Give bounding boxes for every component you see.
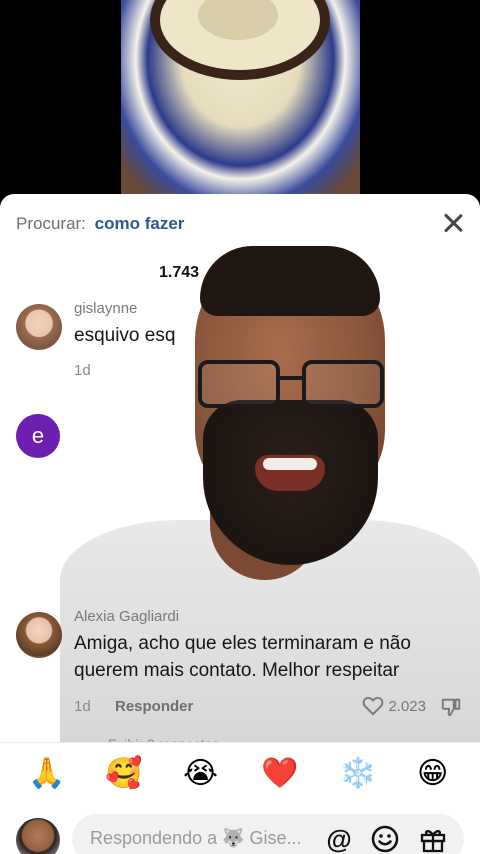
- heart-icon: [363, 696, 384, 716]
- teeth: [263, 458, 317, 470]
- avatar[interactable]: [16, 304, 62, 350]
- glasses-bridge: [278, 376, 304, 380]
- emoji-button[interactable]: 🙏: [28, 757, 65, 791]
- like-count: 2.023: [388, 698, 426, 715]
- emoji-button[interactable]: 😁: [417, 757, 448, 791]
- my-avatar: [16, 818, 60, 854]
- dislike-button[interactable]: [440, 696, 462, 723]
- emoji-button[interactable]: 😭: [183, 757, 218, 791]
- emoji-button[interactable]: 🥰: [105, 757, 142, 791]
- smiley-icon[interactable]: [370, 824, 400, 854]
- gift-icon[interactable]: [418, 824, 448, 854]
- comment-username[interactable]: Alexia Gagliardi: [74, 608, 179, 625]
- at-icon[interactable]: @: [324, 824, 354, 854]
- glasses-lens: [302, 360, 384, 408]
- emoji-button[interactable]: ❄️: [339, 757, 376, 791]
- avatar[interactable]: [16, 612, 62, 658]
- comment-text: Amiga, acho que eles terminaram e não qu…: [74, 633, 411, 681]
- search-term[interactable]: como fazer: [95, 214, 185, 233]
- glasses: [198, 360, 384, 410]
- comment-input-placeholder: Respondendo a 🐺 Gise...: [90, 828, 302, 848]
- reply-button[interactable]: Responder: [115, 698, 193, 715]
- video-background[interactable]: [0, 0, 480, 200]
- comment-input[interactable]: Respondendo a 🐺 Gise... @: [72, 814, 464, 854]
- glasses-lens: [198, 360, 280, 408]
- comment-input-row: Respondendo a 🐺 Gise... @: [0, 810, 480, 854]
- avatar[interactable]: e: [16, 414, 60, 458]
- hair: [200, 246, 380, 316]
- search-label: Procurar:: [16, 214, 86, 233]
- search-suggestion[interactable]: Procurar: como fazer: [16, 214, 184, 234]
- comments-panel: Procurar: como fazer 1.743 gislaynne esq…: [0, 194, 480, 854]
- close-icon[interactable]: [442, 212, 464, 234]
- emoji-button[interactable]: ❤️: [261, 757, 298, 791]
- quick-emoji-bar: 🙏 🥰 😭 ❤️ ❄️ 😁: [0, 742, 480, 814]
- thumbs-down-icon: [441, 698, 461, 717]
- comment-time: 1d: [74, 698, 91, 715]
- like-button[interactable]: 2.023: [362, 696, 426, 716]
